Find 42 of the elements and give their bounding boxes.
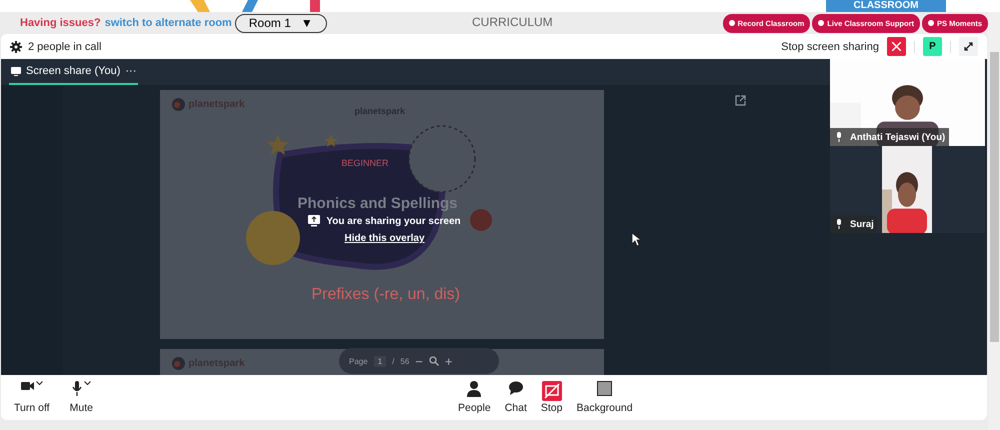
open-external-icon[interactable] — [735, 95, 746, 106]
stop-button[interactable]: Stop — [540, 381, 562, 414]
slide-subtitle: Prefixes (-re, un, dis) — [312, 286, 460, 304]
search-icon[interactable] — [428, 356, 439, 366]
room-select[interactable]: Room 1 ▼ — [234, 14, 327, 32]
scrollbar-thumb[interactable] — [990, 52, 998, 342]
page-controls: Page 1 / 56 − + — [339, 348, 499, 374]
close-button[interactable] — [887, 37, 906, 56]
zoom-in-button[interactable]: + — [444, 354, 452, 368]
chat-button[interactable]: Chat — [504, 381, 527, 414]
hide-overlay-link[interactable]: Hide this overlay — [344, 233, 425, 244]
microphone-icon — [72, 381, 82, 396]
slide-title: Phonics and Spellings — [298, 195, 458, 212]
mouse-cursor-icon — [632, 233, 642, 247]
participant-name: Suraj — [830, 215, 878, 233]
camera-icon — [20, 381, 34, 391]
monitor-icon — [11, 66, 21, 76]
caret-icon[interactable] — [84, 381, 91, 386]
close-icon — [892, 42, 901, 51]
mute-button[interactable]: Mute — [70, 381, 93, 414]
issue-text: Having issues? — [20, 17, 101, 29]
stop-sharing-label: Stop screen sharing — [781, 40, 879, 52]
chat-icon — [508, 381, 523, 395]
avatar[interactable]: P — [923, 37, 942, 56]
microphone-icon — [836, 219, 842, 229]
background-icon — [597, 381, 612, 396]
person-icon — [467, 381, 482, 397]
sharing-message: You are sharing your screen — [308, 215, 461, 227]
caret-icon[interactable] — [36, 381, 43, 386]
level-text: BEGINNER — [342, 158, 389, 168]
people-button[interactable]: People — [458, 381, 491, 414]
page-title: CURRICULUM — [472, 15, 553, 29]
camera-button[interactable]: Turn off — [14, 381, 50, 414]
settings-icon[interactable] — [10, 40, 22, 52]
scrollbar[interactable] — [988, 12, 1000, 430]
expand-icon — [964, 42, 973, 51]
screen-share-icon — [308, 215, 320, 227]
people-count: 2 people in call — [28, 40, 102, 52]
stop-share-icon — [542, 381, 562, 401]
background-button[interactable]: Background — [576, 381, 633, 414]
fullscreen-button[interactable] — [959, 37, 978, 56]
zoom-out-button[interactable]: − — [415, 354, 423, 368]
